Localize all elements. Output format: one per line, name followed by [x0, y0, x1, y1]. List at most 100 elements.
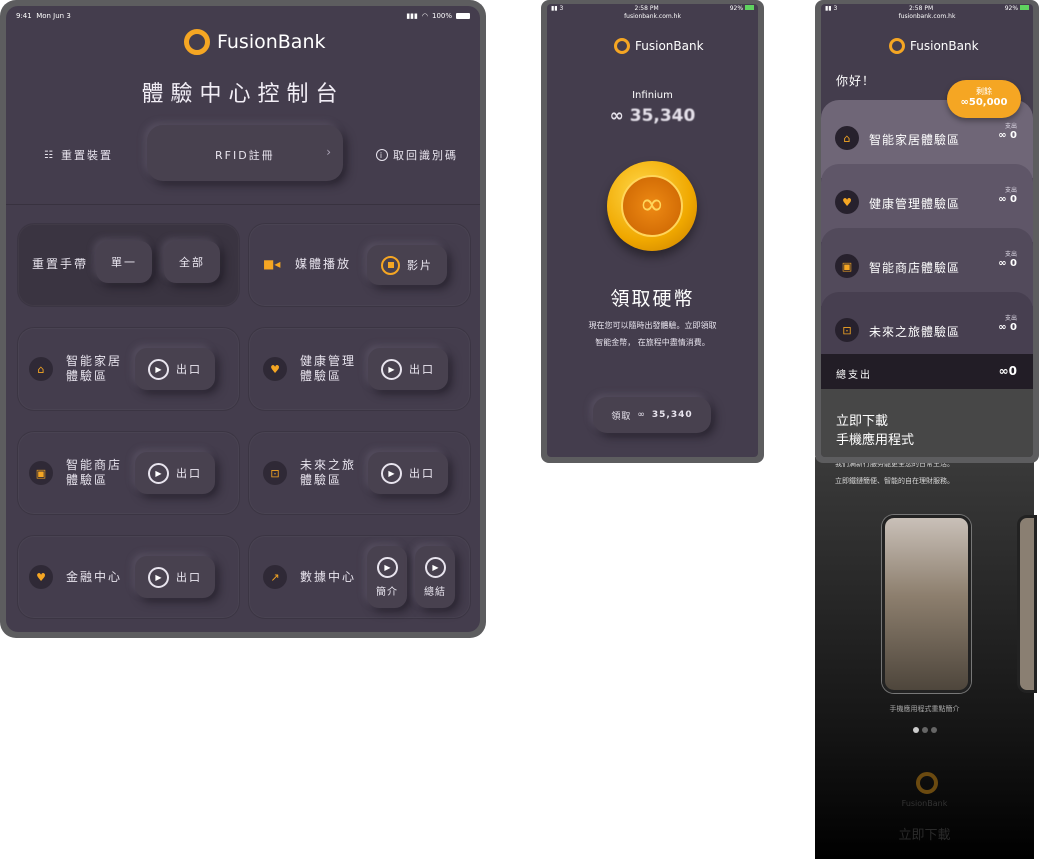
logo-ring-icon [184, 29, 210, 55]
exit-button[interactable]: ▶ 出口 [135, 452, 215, 494]
zone-label: 智能家居 體驗區 [66, 354, 123, 383]
intro-button[interactable]: ▶ 簡介 [367, 546, 407, 608]
exit-button[interactable]: ▶ 出口 [368, 452, 448, 494]
play-icon: ▶ [148, 462, 169, 484]
zone-label: 金融中心 [66, 570, 123, 584]
camera-icon: ■◂ [263, 257, 281, 271]
train-icon: ⊡ [263, 461, 287, 485]
battery-icon [745, 5, 754, 10]
download-title: 立即下載 [836, 414, 889, 429]
phone2-scroll-extension: 我们满新行服务能更全您的日常生活。 立即鐵鏈簡便、智能的自在理財服務。 手機應用… [815, 457, 1037, 859]
reset-all-button[interactable]: 全部 [164, 241, 220, 283]
data-center-label: 數據中心 [300, 570, 357, 584]
phone1-screen: ▮▮ 3 2:58 PM 92% fusionbank.com.hk Fusio… [547, 4, 758, 457]
rfid-register-button[interactable]: RFID註冊 › [147, 125, 343, 181]
zone-label: 健康管理 體驗區 [300, 354, 357, 383]
zone-spend: 支出 ∞ 0 [998, 251, 1017, 269]
zone-card-future-travel: ⊡ 未來之旅 體驗區 ▶ 出口 [249, 432, 470, 514]
tier-label: Infinium [632, 90, 673, 101]
home-icon: ⌂ [29, 357, 53, 381]
divider [6, 204, 480, 205]
status-bar: ▮▮ 3 2:58 PM 92% [547, 4, 758, 13]
footer-logo-icon [916, 772, 938, 794]
finance-icon: ♥ [29, 565, 53, 589]
bag-icon: ▣ [29, 461, 53, 485]
rfid-label: RFID註冊 [215, 149, 275, 162]
promo-text: 立即鐵鏈簡便、智能的自在理財服務。 [835, 477, 954, 485]
preview-caption: 手機應用程式重點簡介 [889, 705, 960, 713]
zone-label: 未來之旅 體驗區 [300, 458, 357, 487]
video-button[interactable]: 影片 [367, 245, 447, 285]
claim-title: 領取硬幣 [610, 288, 695, 310]
chevron-right-icon: › [326, 145, 331, 159]
status-bar: 9:41 Mon Jun 3 ▮▮▮ ◠ 100% [6, 6, 480, 26]
bag-icon: ▣ [835, 254, 859, 278]
carrier: ▮▮ 3 [825, 5, 838, 12]
exit-button[interactable]: ▶ 出口 [135, 348, 215, 390]
infinity-icon: ∞ [998, 194, 1007, 205]
infinity-icon: ∞ [637, 410, 646, 420]
carousel-dots[interactable] [913, 727, 937, 733]
signal-icon: ▮▮ [825, 5, 832, 12]
sliders-icon: ☷ [44, 149, 55, 161]
reset-device-label: 重置裝置 [60, 149, 113, 162]
download-subtitle: 手機應用程式 [836, 433, 915, 448]
zone-card-finance: ♥ 金融中心 ▶ 出口 [18, 536, 239, 618]
download-banner[interactable]: 立即下載 手機應用程式 [821, 389, 1033, 457]
brand-name: FusionBank [910, 39, 979, 53]
infinity-icon: ∞ [998, 258, 1007, 269]
battery-level: 100% [431, 12, 452, 20]
battery-icon [456, 13, 470, 19]
chart-icon: ↗ [263, 565, 287, 589]
url-bar: fusionbank.com.hk [898, 13, 956, 20]
retrieve-code-button[interactable]: i 取回識別碼 [376, 147, 458, 163]
zone-card-health: ♥ 健康管理 體驗區 ▶ 出口 [249, 328, 470, 410]
status-time: 2:58 PM [908, 5, 934, 12]
battery-icon [1020, 5, 1029, 10]
heart-icon: ♥ [263, 357, 287, 381]
stop-icon [381, 255, 400, 275]
infinity-icon: ∞ [998, 364, 1009, 378]
signal-icon: ▮▮▮ [406, 12, 418, 20]
media-card: ■◂ 媒體播放 影片 [249, 224, 470, 306]
exit-button[interactable]: ▶ 出口 [135, 556, 215, 598]
zone-spend: 支出 ∞ 0 [998, 315, 1017, 333]
zone-card-smart-shop: ▣ 智能商店 體驗區 ▶ 出口 [18, 432, 239, 514]
logo-ring-icon [889, 38, 905, 54]
gold-coin: ∞ [607, 161, 697, 251]
wristband-card: 重置手帶 單一 全部 [18, 224, 239, 306]
zone-row-future-travel[interactable]: ⊡ 未來之旅體驗區 支出 ∞ 0 [821, 292, 1033, 356]
coin-infinity-icon: ∞ [639, 187, 665, 222]
logo-ring-icon [614, 38, 630, 54]
exit-button[interactable]: ▶ 出口 [368, 348, 448, 390]
summary-button[interactable]: ▶ 總結 [415, 546, 455, 608]
info-icon: i [376, 149, 388, 161]
heart-icon: ♥ [835, 190, 859, 214]
video-label: 影片 [407, 259, 433, 272]
zone-label: 智能商店 體驗區 [66, 458, 123, 487]
reset-single-button[interactable]: 單一 [96, 241, 152, 283]
retrieve-code-label: 取回識別碼 [393, 149, 458, 162]
play-icon: ▶ [148, 566, 169, 588]
brand-logo: FusionBank [184, 29, 326, 55]
single-label: 單一 [111, 256, 137, 269]
brand-logo: FusionBank [889, 38, 979, 54]
zone-spend: 支出 ∞ 0 [998, 123, 1017, 141]
wifi-icon: ◠ [421, 12, 428, 20]
url-bar: fusionbank.com.hk [624, 13, 681, 20]
remaining-value: ∞50,000 [960, 97, 1008, 108]
reset-device-button[interactable]: ☷ 重置裝置 [44, 147, 113, 163]
phone2-screen: ▮▮ 3 2:58 PM 92% fusionbank.com.hk Fusio… [821, 4, 1033, 457]
brand-name: FusionBank [217, 31, 326, 53]
infinity-icon: ∞ [998, 130, 1007, 141]
claim-button[interactable]: 領取 ∞ 35,340 [593, 397, 711, 433]
footer-brand: FusionBank [901, 799, 948, 808]
status-bar: ▮▮ 3 2:58 PM 92% [821, 4, 1033, 13]
train-icon: ⊡ [835, 318, 859, 342]
all-label: 全部 [179, 256, 205, 269]
infinity-icon: ∞ [998, 322, 1007, 333]
remaining-badge: 剩餘 ∞50,000 [947, 80, 1021, 118]
total-label: 總支出 [836, 370, 872, 381]
remaining-label: 剩餘 [976, 87, 992, 96]
play-icon: ▶ [381, 358, 402, 380]
